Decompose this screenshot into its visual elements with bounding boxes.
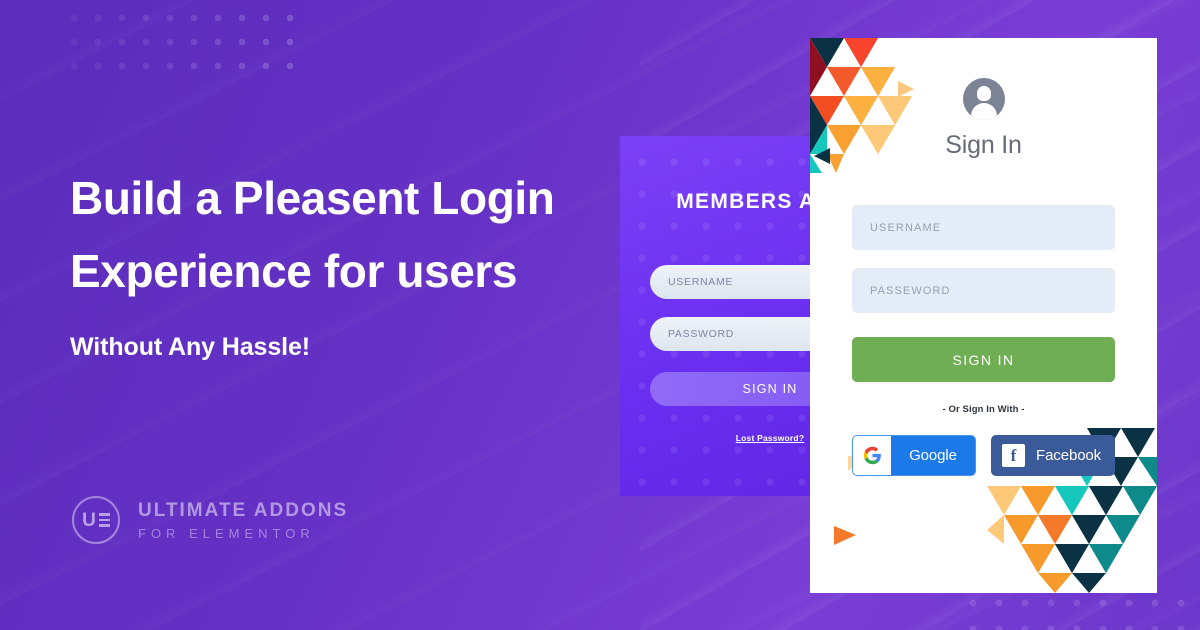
user-avatar-icon xyxy=(962,78,1005,120)
ultimate-addons-monogram-icon: U xyxy=(72,496,120,544)
geometric-stray-triangle-orange-icon xyxy=(834,526,856,545)
facebook-button-label: Facebook xyxy=(1036,447,1102,464)
hero-headline-line-1: Build a Pleasent Login xyxy=(70,172,555,224)
hero-copy: Build a Pleasent Login Experience for us… xyxy=(70,162,630,362)
google-g-icon xyxy=(853,436,891,475)
signin-login-card: Sign In USERNAME PASSEWORD SIGN IN - Or … xyxy=(810,38,1157,593)
monogram-bars-icon xyxy=(98,513,110,527)
hero-subheadline: Without Any Hassle! xyxy=(70,333,311,362)
dot-pattern-top-left xyxy=(62,0,300,70)
avatar-head-shape xyxy=(976,86,991,101)
signin-card-title: Sign In xyxy=(945,131,1022,159)
dot-pattern-bottom-right xyxy=(960,590,1200,630)
google-button-label: Google xyxy=(909,447,957,464)
monogram-letter: U xyxy=(82,509,96,531)
social-login-group: Google f Facebook xyxy=(852,435,1115,476)
brand-name-secondary: FOR ELEMENTOR xyxy=(138,525,315,541)
signin-password-input[interactable]: PASSEWORD xyxy=(852,268,1115,313)
brand-name-primary: ULTIMATE ADDONS xyxy=(138,499,349,521)
google-signin-button[interactable]: Google xyxy=(852,435,976,476)
facebook-f-icon: f xyxy=(1002,444,1025,467)
signin-submit-button[interactable]: SIGN IN xyxy=(852,337,1115,382)
avatar-body-shape xyxy=(970,103,997,120)
brand-wordmark: ULTIMATE ADDONS FOR ELEMENTOR xyxy=(138,500,348,541)
poster-canvas: Build a Pleasent Login Experience for us… xyxy=(0,0,1200,630)
hero-headline-line-2: Experience for users xyxy=(70,244,518,297)
social-divider-label: - Or Sign In With - xyxy=(942,404,1025,415)
hero-headline: Build a Pleasent Login Experience for us… xyxy=(70,162,630,307)
signin-username-input[interactable]: USERNAME xyxy=(852,205,1115,250)
brand-logo: U ULTIMATE ADDONS FOR ELEMENTOR xyxy=(72,496,348,544)
facebook-signin-button[interactable]: f Facebook xyxy=(991,435,1115,476)
